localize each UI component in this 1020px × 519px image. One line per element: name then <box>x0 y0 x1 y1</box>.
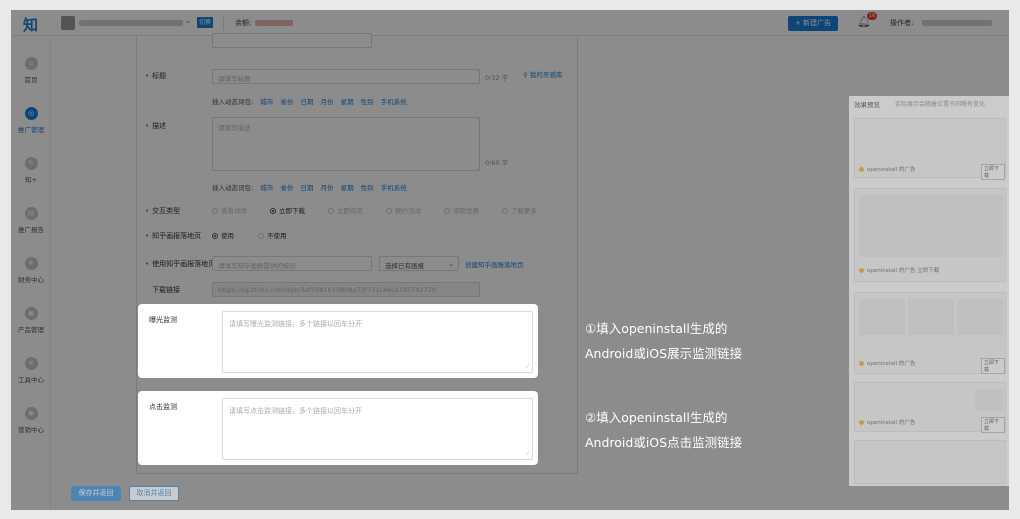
preview-download-button: 立即下载 <box>981 417 1005 433</box>
preview-source: openinstall 的广告 立即下载 <box>859 266 939 274</box>
preview-source: openinstall 的广告 <box>859 359 915 367</box>
cancel-return-button[interactable]: 取消并返回 <box>129 486 179 501</box>
preview-subtitle: 实际展示会随着位置不同略有变化 <box>895 101 986 108</box>
preview-image <box>908 299 954 335</box>
preview-source: openinstall 的广告 <box>859 418 915 426</box>
annotation-exposure: ①填入openinstall生成的 Android或iOS展示监测链接 <box>585 316 742 366</box>
preview-image <box>859 195 1003 257</box>
app-window: 知 ⌄ 切换 余额: + 新建广告 🔔︎ 16 操作者: ⌂ 首页 ◎ 推广管理… <box>11 10 1009 510</box>
preview-download-button: 立即下载 <box>981 358 1005 374</box>
annotation-line: ①填入openinstall生成的 <box>585 321 728 336</box>
resize-grip-icon[interactable]: ⟋ <box>526 363 530 371</box>
preview-source: openinstall 的广告 <box>859 165 915 173</box>
annotation-line: Android或iOS点击监测链接 <box>585 435 743 450</box>
exposure-monitor-textarea[interactable]: 请填写曝光监测链接，多个链接以回车分开 ⟋ <box>222 311 533 373</box>
click-monitor-textarea[interactable]: 请填写点击监测链接，多个链接以回车分开 ⟋ <box>222 398 533 460</box>
preview-card-4: openinstall 的广告 立即下载 <box>854 382 1006 433</box>
preview-card-1: openinstall 的广告 立即下载 <box>854 118 1006 180</box>
preview-card-5 <box>854 440 1006 484</box>
click-placeholder: 请填写点击监测链接，多个链接以回车分开 <box>229 407 362 415</box>
click-monitor-label: 点击监测 <box>149 403 177 411</box>
preview-image <box>859 299 905 335</box>
exposure-monitor-card: 曝光监测 请填写曝光监测链接，多个链接以回车分开 ⟋ <box>138 304 538 378</box>
exposure-placeholder: 请填写曝光监测链接，多个链接以回车分开 <box>229 320 362 328</box>
annotation-line: Android或iOS展示监测链接 <box>585 346 743 361</box>
preview-image <box>975 389 1003 411</box>
annotation-line: ②填入openinstall生成的 <box>585 410 728 425</box>
resize-grip-icon[interactable]: ⟋ <box>526 450 530 458</box>
preview-panel: 效果预览 实际展示会随着位置不同略有变化 openinstall 的广告 立即下… <box>849 96 1009 486</box>
preview-card-2: openinstall 的广告 立即下载 <box>854 188 1006 282</box>
preview-download-button: 立即下载 <box>981 164 1005 180</box>
exposure-monitor-label: 曝光监测 <box>149 316 177 324</box>
click-monitor-card: 点击监测 请填写点击监测链接，多个链接以回车分开 ⟋ <box>138 391 538 465</box>
preview-title: 效果预览 <box>854 101 880 109</box>
save-return-button[interactable]: 保存并返回 <box>71 486 121 501</box>
preview-card-3: openinstall 的广告 立即下载 <box>854 292 1006 374</box>
annotation-click: ②填入openinstall生成的 Android或iOS点击监测链接 <box>585 405 742 455</box>
preview-image <box>957 299 1003 335</box>
